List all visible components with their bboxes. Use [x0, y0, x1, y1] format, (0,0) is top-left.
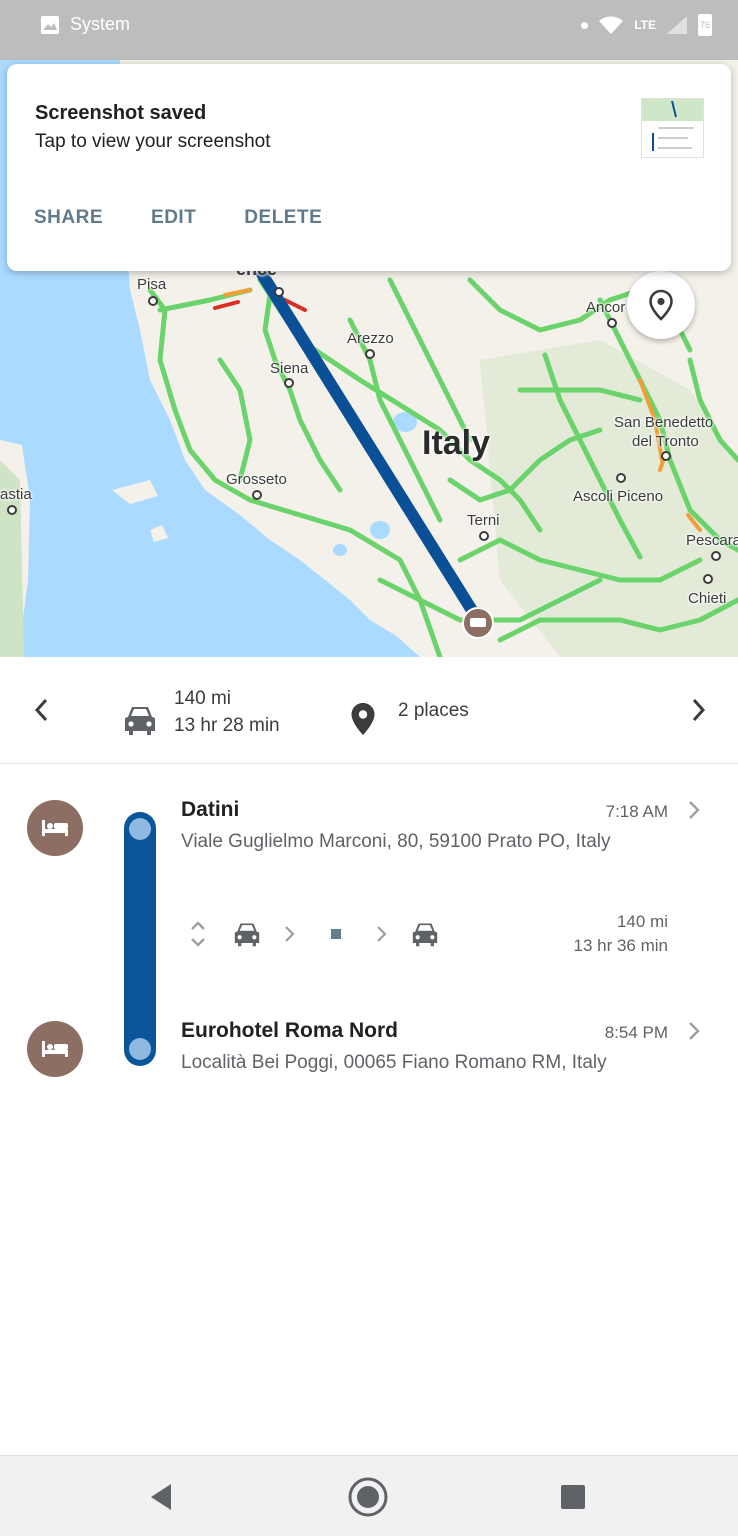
- map-label-ancona: Ancor: [586, 299, 626, 316]
- expand-collapse-icon[interactable]: [186, 917, 210, 951]
- stop-details-button-start[interactable]: [686, 799, 702, 826]
- signal-icon: [667, 16, 687, 34]
- map-label-pescara: Pescara: [686, 532, 738, 549]
- map-label-bastia: astia: [0, 486, 32, 503]
- recents-button[interactable]: [552, 1476, 594, 1518]
- map-label-grosseto: Grosseto: [226, 471, 287, 488]
- hotel-bed-icon: [42, 1041, 68, 1057]
- car-icon: [234, 923, 260, 947]
- status-app-name: System: [70, 14, 131, 34]
- map-label-ascoli-piceno: Ascoli Piceno: [573, 488, 664, 505]
- chevron-right-icon: [285, 926, 295, 942]
- leg-transport-modes[interactable]: [186, 917, 440, 951]
- map-label-terni: Terni: [467, 512, 500, 529]
- dot-icon: [581, 21, 589, 29]
- back-icon: [151, 1484, 171, 1510]
- status-right: LTE 76: [581, 14, 712, 36]
- status-bar: System LTE 76: [0, 0, 738, 60]
- itinerary: Datini Viale Guglielmo Marconi, 80, 5910…: [0, 765, 738, 1455]
- stop-details-button-end[interactable]: [686, 1020, 702, 1047]
- battery-icon: 76: [698, 14, 712, 36]
- home-icon: [348, 1477, 388, 1517]
- map-label-san-benedetto: San Benedetto: [614, 414, 714, 431]
- notification-actions: SHARE EDIT DELETE: [34, 207, 322, 229]
- page: ence Pisa Arezzo Siena Ancor San Benedet…: [0, 0, 738, 1536]
- map-label-del-tronto: del Tronto: [632, 433, 699, 450]
- location-pin-outline-icon: [649, 289, 673, 321]
- stop-name-start[interactable]: Datini: [181, 798, 239, 822]
- hotel-marker-end: [27, 1021, 83, 1077]
- notification-title: Screenshot saved: [35, 102, 207, 124]
- stop-address-end: Località Bei Poggi, 00065 Fiano Romano R…: [181, 1052, 607, 1073]
- leg-duration: 13 hr 36 min: [573, 936, 669, 955]
- chevron-right-icon: [689, 801, 700, 819]
- stop-name-end[interactable]: Eurohotel Roma Nord: [181, 1019, 398, 1043]
- car-icon: [412, 923, 438, 947]
- car-icon: [125, 707, 155, 735]
- image-icon: [41, 15, 59, 34]
- stop-address-start: Viale Guglielmo Marconi, 80, 59100 Prato…: [181, 831, 611, 852]
- battery-level: 76: [700, 20, 711, 30]
- share-button[interactable]: SHARE: [34, 207, 103, 229]
- chevron-right-icon: [377, 926, 387, 942]
- system-nav-bar: [0, 1455, 738, 1536]
- next-button[interactable]: [686, 697, 710, 728]
- screenshot-thumbnail[interactable]: [641, 98, 704, 158]
- chevron-right-icon: [692, 698, 706, 722]
- leg-distance: 140 mi: [616, 912, 668, 931]
- edit-button[interactable]: EDIT: [151, 207, 196, 229]
- map-label-country: Italy: [422, 424, 491, 462]
- wifi-icon: [599, 16, 624, 34]
- delete-button[interactable]: DELETE: [244, 207, 322, 229]
- place-pin-icon: [351, 703, 375, 735]
- transit-stop-icon: [331, 929, 341, 939]
- map-label-arezzo: Arezzo: [347, 330, 394, 347]
- previous-button[interactable]: [30, 697, 54, 728]
- chevron-left-icon: [34, 698, 48, 722]
- recents-icon: [561, 1485, 585, 1509]
- network-type: LTE: [634, 18, 656, 32]
- map-label-siena: Siena: [270, 360, 309, 377]
- status-left: System: [40, 14, 130, 35]
- total-distance: 140 mi: [174, 688, 232, 709]
- map-label-chieti: Chieti: [688, 590, 727, 607]
- map-label-pisa: Pisa: [137, 276, 167, 293]
- back-button[interactable]: [140, 1476, 182, 1518]
- stop-time-end: 8:54 PM: [604, 1023, 668, 1042]
- trip-summary: 140 mi 13 hr 28 min 2 places: [0, 657, 738, 764]
- chevron-right-icon: [689, 1022, 700, 1040]
- map-pin-button[interactable]: [627, 271, 695, 339]
- thumbnail-image: [642, 99, 703, 157]
- home-button[interactable]: [347, 1476, 389, 1518]
- hotel-bed-icon: [42, 820, 68, 836]
- screenshot-notification[interactable]: Screenshot saved Tap to view your screen…: [7, 64, 731, 271]
- total-duration: 13 hr 28 min: [174, 715, 280, 736]
- notification-body: Tap to view your screenshot: [35, 131, 271, 152]
- places-count: 2 places: [398, 700, 469, 721]
- route-timeline: [124, 812, 156, 1066]
- timeline-end-dot: [129, 1038, 151, 1060]
- stop-time-start: 7:18 AM: [605, 802, 668, 821]
- timeline-start-dot: [129, 818, 151, 840]
- hotel-marker-start: [27, 800, 83, 856]
